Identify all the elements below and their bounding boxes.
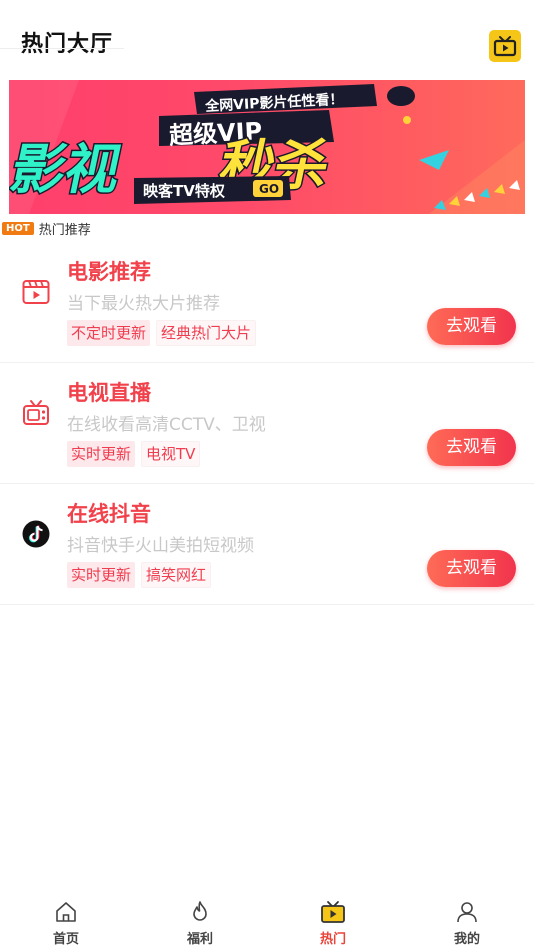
header-divider <box>0 48 124 49</box>
card-description: 在线收看高清CCTV、卫视 <box>67 415 266 435</box>
page-title: 热门大厅 <box>21 32 114 57</box>
card-title: 电影推荐 <box>67 260 151 284</box>
watch-button[interactable]: 去观看 <box>427 550 516 587</box>
promo-banner[interactable]: 全网VIP影片任性看！ 超级VIP 影视 秒杀 映客TV特权 GO <box>9 80 525 214</box>
tv-play-icon <box>321 901 345 923</box>
tiktok-icon <box>21 519 51 549</box>
card-tags: 实时更新 电视TV <box>67 441 206 467</box>
section-label: 热门推荐 <box>38 222 91 238</box>
tv-icon <box>493 36 517 57</box>
watch-button[interactable]: 去观看 <box>427 308 516 345</box>
user-icon <box>457 902 477 923</box>
tag: 电视TV <box>141 441 201 467</box>
watch-button[interactable]: 去观看 <box>427 429 516 466</box>
tab-label: 我的 <box>453 932 480 947</box>
banner-sub-text: 映客TV特权 <box>143 182 226 200</box>
tag: 实时更新 <box>67 562 136 588</box>
bottom-tab-bar: 首页 福利 热门 我的 <box>0 890 534 950</box>
banner-main-text-1: 影视 <box>9 138 127 201</box>
tab-mine[interactable]: 我的 <box>427 900 507 947</box>
tab-home[interactable]: 首页 <box>26 900 106 947</box>
banner-go-text: GO <box>259 182 279 196</box>
tv-button[interactable] <box>489 30 521 62</box>
card-tags: 不定时更新 经典热门大片 <box>67 320 262 346</box>
card-tv-live[interactable]: 电视直播 在线收看高清CCTV、卫视 实时更新 电视TV 去观看 <box>0 362 534 484</box>
tag: 不定时更新 <box>67 320 151 346</box>
header: 热门大厅 <box>0 0 534 80</box>
card-description: 抖音快手火山美拍短视频 <box>67 536 254 556</box>
card-movie[interactable]: 电影推荐 当下最火热大片推荐 不定时更新 经典热门大片 去观看 <box>0 241 534 363</box>
film-icon <box>21 277 51 307</box>
card-tags: 实时更新 搞笑网红 <box>67 562 217 588</box>
card-title: 电视直播 <box>67 381 151 405</box>
tab-label: 首页 <box>52 932 79 947</box>
card-description: 当下最火热大片推荐 <box>67 294 220 314</box>
card-douyin[interactable]: 在线抖音 抖音快手火山美拍短视频 实时更新 搞笑网红 去观看 <box>0 483 534 605</box>
tab-label: 福利 <box>186 932 213 947</box>
tag: 实时更新 <box>67 441 136 467</box>
flame-icon <box>193 901 207 921</box>
tab-label: 热门 <box>319 932 346 947</box>
tag: 搞笑网红 <box>141 562 212 588</box>
hot-badge: HOT <box>2 221 34 235</box>
tab-hot[interactable]: 热门 <box>293 900 373 947</box>
retro-tv-icon <box>21 398 51 428</box>
home-icon <box>56 902 76 922</box>
card-title: 在线抖音 <box>67 502 151 526</box>
section-header: HOT 热门推荐 <box>2 220 91 238</box>
tag: 经典热门大片 <box>156 320 257 346</box>
tab-welfare[interactable]: 福利 <box>160 900 240 947</box>
